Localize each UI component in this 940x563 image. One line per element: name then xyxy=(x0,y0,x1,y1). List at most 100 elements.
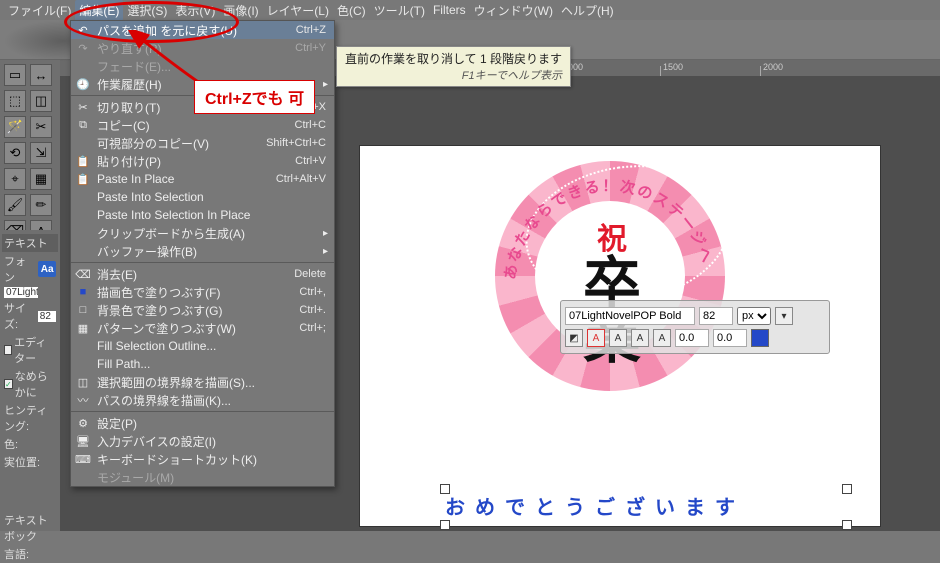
menu-item[interactable]: ⌫消去(E)Delete xyxy=(71,265,334,283)
overlay-font-input[interactable] xyxy=(565,307,695,325)
annotation-note: Ctrl+Zでも 可 xyxy=(194,80,315,114)
editor-checkbox[interactable] xyxy=(4,345,12,355)
menu-item-label: コピー(C) xyxy=(97,117,289,134)
panel-header-text: テキスト xyxy=(2,234,58,252)
overlay-val2[interactable] xyxy=(713,329,747,347)
menu-item-label: 背景色で塗りつぶす(G) xyxy=(97,302,293,319)
menu-item[interactable]: 📋 Paste In Place Ctrl+Alt+V xyxy=(71,170,334,188)
menu-item[interactable]: Fill Path... xyxy=(71,355,334,373)
menu-Filters[interactable]: Filters xyxy=(429,1,470,19)
menu-item[interactable]: ↶パスを追加 を元に戻す(U)Ctrl+Z xyxy=(71,21,334,39)
menu-item-icon: 📋 xyxy=(75,171,91,187)
font-label: フォン xyxy=(4,253,36,285)
menu-item-label: フェード(E)... xyxy=(97,58,320,75)
menu-item-accel: Ctrl+; xyxy=(299,322,326,334)
menu-item-icon xyxy=(75,189,91,205)
menu-ツール(T)[interactable]: ツール(T) xyxy=(370,0,429,21)
menu-item-label: 消去(E) xyxy=(97,266,288,283)
menu-item[interactable]: Paste Into Selection xyxy=(71,188,334,206)
bottom-text[interactable]: おめでとうございます xyxy=(445,497,745,519)
menubar[interactable]: ファイル(F)編集(E)選択(S)表示(V)画像(I)レイヤー(L)色(C)ツー… xyxy=(0,0,940,20)
overlay-size-input[interactable] xyxy=(699,307,733,325)
tool-10[interactable]: 🖌 xyxy=(4,194,26,216)
menu-item-label: パスを追加 を元に戻す(U) xyxy=(97,22,290,39)
menu-item-icon: □ xyxy=(75,302,91,318)
menu-item-accel: Ctrl+. xyxy=(299,304,326,316)
overlay-unit-select[interactable]: px xyxy=(737,307,771,325)
menu-item-accel: Ctrl+, xyxy=(299,286,326,298)
menu-ウィンドウ(W)[interactable]: ウィンドウ(W) xyxy=(470,0,557,21)
handle-bottom-left[interactable] xyxy=(440,520,450,530)
menu-item[interactable]: ⧉コピー(C)Ctrl+C xyxy=(71,116,334,134)
left-panel: テキスト フォン Aa 07Light サイズ: 82 エディター なめらかに … xyxy=(0,230,60,531)
handle-top-right[interactable] xyxy=(842,484,852,494)
style-a3-icon[interactable]: A xyxy=(631,329,649,347)
menu-ファイル(F)[interactable]: ファイル(F) xyxy=(4,0,75,21)
menu-item[interactable]: クリップボードから生成(A) xyxy=(71,224,334,242)
bottom-text-layer[interactable]: おめでとうございます xyxy=(445,491,845,520)
menu-item[interactable]: ▦パターンで塗りつぶす(W)Ctrl+; xyxy=(71,319,334,337)
menu-ヘルプ(H)[interactable]: ヘルプ(H) xyxy=(557,0,618,21)
menu-item-label: クリップボードから生成(A) xyxy=(97,225,320,242)
menu-item-icon: ⌨ xyxy=(75,451,91,467)
menu-item[interactable]: 🖥入力デバイスの設定(I) xyxy=(71,432,334,450)
menu-item-accel: Ctrl+Z xyxy=(296,24,326,36)
menu-item-label: Paste Into Selection xyxy=(97,190,320,204)
tool-9[interactable]: ▦ xyxy=(30,168,52,190)
style-a4-icon[interactable]: A xyxy=(653,329,671,347)
menu-item[interactable]: バッファー操作(B) xyxy=(71,242,334,260)
tool-11[interactable]: ✏ xyxy=(30,194,52,216)
menu-選択(S)[interactable]: 選択(S) xyxy=(123,0,171,21)
menu-item[interactable]: 📋貼り付け(P)Ctrl+V xyxy=(71,152,334,170)
baseline-icon[interactable]: ◩ xyxy=(565,329,583,347)
tool-2[interactable]: ⬚ xyxy=(4,90,26,112)
overlay-dropdown-icon[interactable]: ▾ xyxy=(775,307,793,325)
menu-item-label: Fill Path... xyxy=(97,357,320,371)
menu-item-label: Paste In Place xyxy=(97,172,270,186)
menu-編集(E)[interactable]: 編集(E) xyxy=(75,0,123,21)
menu-item[interactable]: 可視部分のコピー(V)Shift+Ctrl+C xyxy=(71,134,334,152)
size-value[interactable]: 82 xyxy=(38,311,56,322)
tool-0[interactable]: ▭ xyxy=(4,64,26,86)
smooth-checkbox[interactable] xyxy=(4,379,13,389)
tool-1[interactable]: ↔ xyxy=(30,64,52,86)
style-a2-icon[interactable]: A xyxy=(609,329,627,347)
menu-色(C)[interactable]: 色(C) xyxy=(333,0,370,21)
menu-item-icon: ◫ xyxy=(75,374,91,390)
text-tool-overlay[interactable]: px ▾ ◩ A A A A xyxy=(560,300,830,354)
textbox-label: テキストボック xyxy=(4,512,56,544)
tool-8[interactable]: ⌖ xyxy=(4,168,26,190)
menu-item-label: 入力デバイスの設定(I) xyxy=(97,433,320,450)
menu-item[interactable]: □ 背景色で塗りつぶす(G) Ctrl+. xyxy=(71,301,334,319)
tool-6[interactable]: ⟲ xyxy=(4,142,26,164)
menu-item-accel: Ctrl+Y xyxy=(295,42,326,54)
menu-item-label: Fill Selection Outline... xyxy=(97,339,320,353)
overlay-color-swatch[interactable] xyxy=(751,329,769,347)
menu-item-icon xyxy=(75,338,91,354)
menu-画像(I)[interactable]: 画像(I) xyxy=(219,0,262,21)
font-value[interactable]: 07Light xyxy=(4,287,38,298)
overlay-val1[interactable] xyxy=(675,329,709,347)
menu-item-accel: Shift+Ctrl+C xyxy=(266,137,326,149)
tooltip-line1: 直前の作業を取り消して 1 段階戻ります xyxy=(345,50,562,67)
menu-item[interactable]: ⚙設定(P) xyxy=(71,414,334,432)
handle-top-left[interactable] xyxy=(440,484,450,494)
tool-5[interactable]: ✂ xyxy=(30,116,52,138)
menu-item-icon xyxy=(75,225,91,241)
menu-item[interactable]: Fill Selection Outline... xyxy=(71,337,334,355)
tool-3[interactable]: ◫ xyxy=(30,90,52,112)
menu-item-icon: ▦ xyxy=(75,320,91,336)
menu-item[interactable]: Paste Into Selection In Place xyxy=(71,206,334,224)
handle-bottom-right[interactable] xyxy=(842,520,852,530)
style-a1-icon[interactable]: A xyxy=(587,329,605,347)
tool-7[interactable]: ⇲ xyxy=(30,142,52,164)
menu-item[interactable]: ■描画色で塗りつぶす(F)Ctrl+, xyxy=(71,283,334,301)
menu-表示(V)[interactable]: 表示(V) xyxy=(171,0,219,21)
menu-item[interactable]: ⌨キーボードショートカット(K) xyxy=(71,450,334,468)
menu-item[interactable]: 〰パスの境界線を描画(K)... xyxy=(71,391,334,409)
menu-item-accel: Ctrl+Alt+V xyxy=(276,173,326,185)
menu-item[interactable]: ◫選択範囲の境界線を描画(S)... xyxy=(71,373,334,391)
menu-item-accel: Delete xyxy=(294,268,326,280)
tool-4[interactable]: 🪄 xyxy=(4,116,26,138)
menu-レイヤー(L)[interactable]: レイヤー(L) xyxy=(263,0,333,21)
